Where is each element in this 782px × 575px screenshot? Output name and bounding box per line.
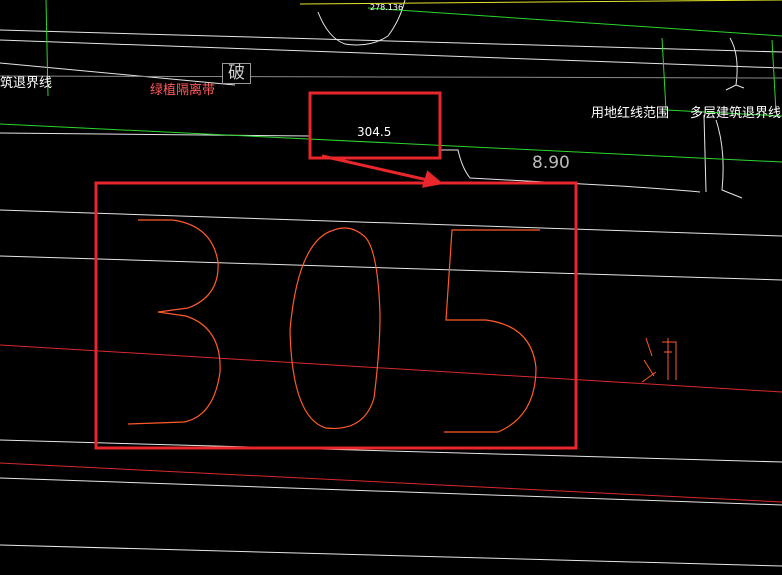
white-line-low-3 — [0, 544, 782, 567]
value-right-label: 8.90 — [532, 153, 570, 173]
green-line-right-v2 — [771, 39, 777, 113]
white-line-mid-1 — [0, 132, 311, 137]
top-elevation-label: 278.136 — [370, 3, 404, 12]
multistory-setback-label: 多层建筑退界线 — [690, 106, 782, 121]
green-belt-label: 绿植隔离带 — [150, 83, 216, 98]
slope-symbol-label: 破 — [222, 63, 251, 84]
big-number-label: 305 — [110, 195, 669, 425]
cad-drawing-canvas[interactable]: 278.136 筑退界线 绿植隔离带 破 304.5 用地红线范围 多层建筑退界… — [0, 0, 782, 575]
building-setback-left-label: 筑退界线 — [0, 76, 53, 91]
white-line-top-1 — [0, 29, 782, 53]
elevation-small-label: 304.5 — [357, 125, 392, 139]
white-line-low-1 — [0, 439, 782, 463]
white-line-top-2 — [0, 39, 782, 69]
white-curve-right — [703, 114, 743, 199]
land-red-line-label: 用地红线范围 — [591, 106, 670, 121]
white-curve-corner — [725, 37, 745, 91]
green-line-top — [367, 7, 782, 37]
